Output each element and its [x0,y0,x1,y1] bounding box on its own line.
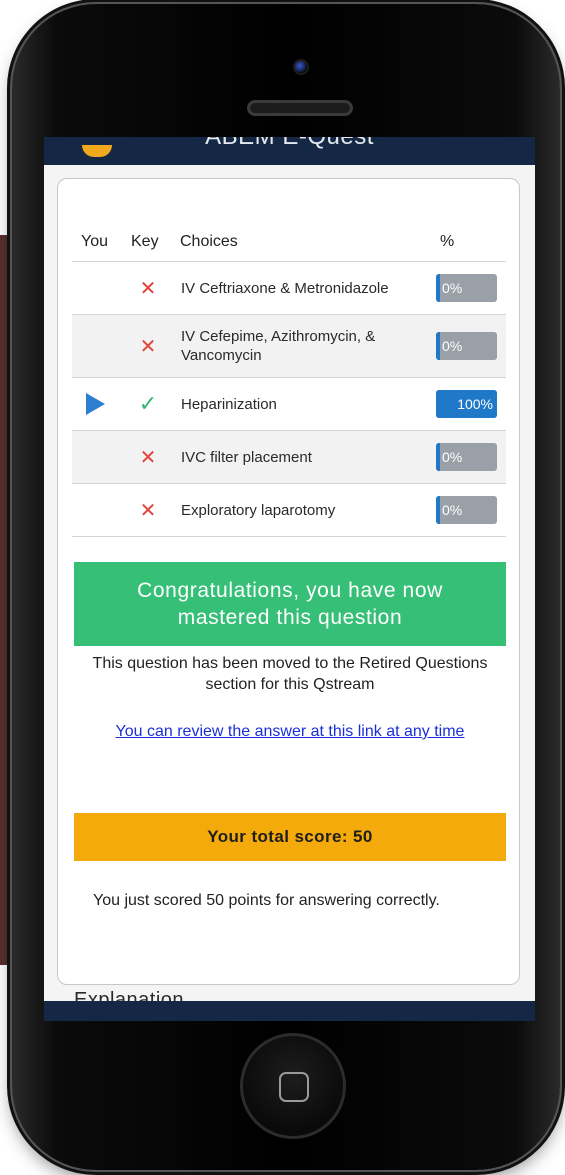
x-icon: ✕ [139,499,157,522]
key-cell: ✕ [136,431,160,483]
you-cell [86,484,112,536]
percent-cell: 100% [436,378,498,430]
percent-label: 0% [442,449,463,465]
percent-label: 0% [442,502,463,518]
table-row: ✓ Heparinization 100% [72,378,506,431]
percent-bar: 0% [436,496,497,524]
key-cell: ✓ [136,378,160,430]
choice-label: IV Ceftriaxone & Metronidazole [181,279,389,297]
review-answer-link[interactable]: You can review the answer at this link a… [84,721,496,742]
choice-label: IVC filter placement [181,448,312,466]
percent-label: 100% [457,396,493,412]
x-icon: ✕ [139,335,157,358]
mastered-banner: Congratulations, you have now mastered t… [74,562,506,646]
percent-bar-fill [436,274,440,302]
app-title: ABEM E-Quest [44,137,535,151]
home-square-icon [279,1072,309,1102]
key-cell: ✕ [136,315,160,377]
choice-label: Exploratory laparotomy [181,501,336,519]
choice-label: Heparinization [181,395,277,413]
key-cell: ✕ [136,262,160,314]
score-message: You just scored 50 points for answering … [93,892,440,909]
x-icon: ✕ [139,277,157,300]
answer-card: You Key Choices % ✕ IV Ceftriaxone & Met… [57,178,520,985]
column-header-percent: % [440,233,455,250]
phone-frame: ABEM E-Quest You Key Choices % ✕ IV Ceft… [12,4,560,1170]
table-row: ✕ IV Cefepime, Azithromycin, & Vancomyci… [72,315,506,378]
app-header: ABEM E-Quest [44,137,535,165]
you-cell [86,262,112,314]
results-table: ✕ IV Ceftriaxone & Metronidazole 0% ✕ IV… [72,261,506,537]
column-header-choices: Choices [180,233,238,250]
percent-bar: 100% [436,390,497,418]
table-row: ✕ IV Ceftriaxone & Metronidazole 0% [72,262,506,315]
you-cell [86,378,112,430]
table-row: ✕ Exploratory laparotomy 0% [72,484,506,537]
percent-cell: 0% [436,315,498,377]
table-row: ✕ IVC filter placement 0% [72,431,506,484]
app-bottom-bar [44,1001,535,1021]
percent-bar-fill [436,496,440,524]
play-icon [86,393,105,415]
column-header-you: You [81,233,108,250]
percent-label: 0% [442,280,463,296]
home-button[interactable] [240,1033,346,1139]
speaker-grille [247,100,353,116]
you-cell [86,315,112,377]
retired-notice: This question has been moved to the Reti… [92,655,488,693]
choice-label: IV Cefepime, Azithromycin, & Vancomycin [181,328,376,364]
percent-label: 0% [442,338,463,354]
check-icon: ✓ [138,391,158,416]
percent-cell: 0% [436,431,498,483]
you-cell [86,431,112,483]
key-cell: ✕ [136,484,160,536]
percent-cell: 0% [436,262,498,314]
app-screen: ABEM E-Quest You Key Choices % ✕ IV Ceft… [44,137,535,1021]
x-icon: ✕ [139,446,157,469]
percent-bar-fill [436,443,440,471]
percent-bar: 0% [436,274,497,302]
column-header-key: Key [131,233,159,250]
percent-bar-fill [436,332,440,360]
camera-icon [293,59,309,75]
percent-bar: 0% [436,443,497,471]
results-table-header: You Key Choices % [58,229,519,255]
total-score-banner: Your total score: 50 [74,813,506,861]
percent-bar: 0% [436,332,497,360]
percent-cell: 0% [436,484,498,536]
